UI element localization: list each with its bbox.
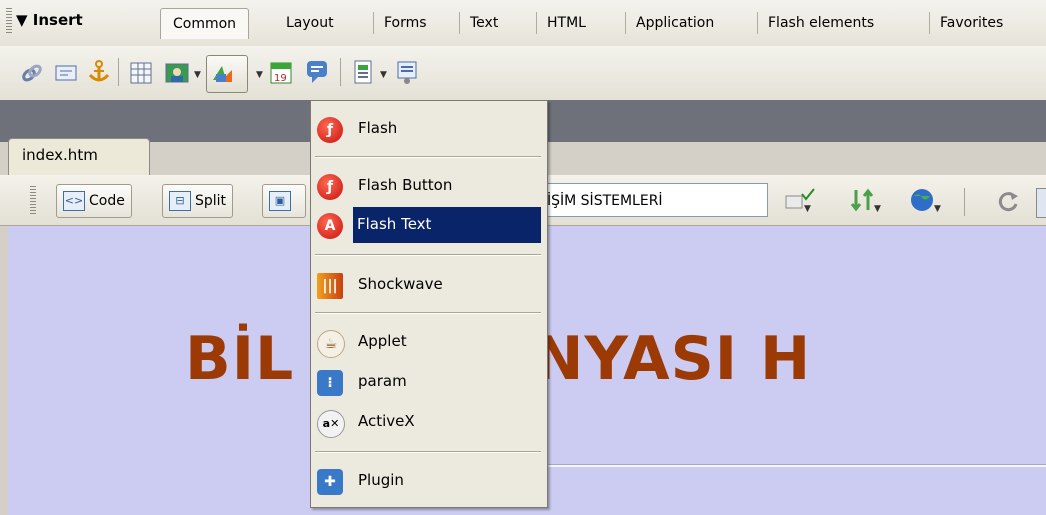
insert-bar-grip[interactable] (6, 8, 12, 34)
menu-item-plugin[interactable]: ✚ Plugin (311, 463, 547, 499)
menu-item-label: Flash (358, 119, 398, 137)
design-view-button[interactable]: ▣ (262, 184, 306, 218)
menu-item-label: Flash Button (358, 176, 453, 194)
document-tab-label: index.htm (22, 146, 98, 164)
view-options-icon[interactable] (1036, 188, 1046, 218)
tab-favorites[interactable]: Favorites (929, 12, 1013, 34)
menu-separator (315, 254, 541, 256)
email-link-icon[interactable] (54, 61, 78, 85)
menu-item-label: Plugin (358, 471, 404, 489)
split-view-label: Split (195, 193, 227, 209)
tab-application[interactable]: Application (625, 12, 724, 34)
validate-markup-icon[interactable]: ▼ (782, 186, 818, 214)
svg-text:▼: ▼ (874, 204, 881, 214)
svg-text:▼: ▼ (804, 204, 811, 214)
insert-bar (0, 0, 1046, 47)
named-anchor-icon[interactable] (86, 59, 112, 85)
shockwave-icon: ||| (317, 273, 343, 299)
preview-in-browser-icon[interactable]: ▼ (908, 186, 948, 214)
menu-item-shockwave[interactable]: ||| Shockwave (311, 267, 547, 303)
media-dropdown-arrow[interactable]: ▼ (256, 70, 263, 80)
hyperlink-icon[interactable] (20, 61, 44, 85)
toolbar-grip[interactable] (30, 186, 36, 214)
tab-forms[interactable]: Forms (373, 12, 437, 34)
insert-panel-toggle[interactable]: ▼ Insert (16, 11, 83, 29)
code-view-button[interactable]: <> Code (56, 184, 132, 218)
templates-dropdown-arrow[interactable]: ▼ (380, 70, 387, 80)
menu-separator (315, 312, 541, 314)
split-view-button[interactable]: ⊟ Split (162, 184, 234, 218)
activex-icon: a✕ (317, 410, 345, 438)
code-view-label: Code (89, 193, 125, 209)
svg-text:▼: ▼ (934, 204, 941, 214)
templates-icon[interactable] (350, 58, 376, 86)
svg-text:19: 19 (274, 73, 287, 84)
toolbar-separator (964, 188, 965, 216)
media-dropdown-menu: ƒ Flash ƒ Flash Button Flash Text A ||| … (310, 100, 548, 508)
image-icon[interactable] (164, 60, 190, 86)
flash-text-icon: A (317, 213, 343, 239)
menu-item-applet[interactable]: ☕ Applet (311, 324, 547, 360)
menu-item-label: Applet (358, 332, 407, 350)
toolbar-separator (118, 58, 119, 86)
menu-item-label: Flash Text (357, 215, 432, 233)
tab-flash-elements[interactable]: Flash elements (757, 12, 884, 34)
table-icon[interactable] (128, 60, 154, 86)
tab-common[interactable]: Common (160, 8, 250, 39)
comment-icon[interactable] (304, 58, 330, 86)
menu-item-label: Shockwave (358, 275, 443, 293)
plugin-icon: ✚ (317, 469, 343, 495)
document-title-field[interactable]: İŞİM SİSTEMLERİ (544, 183, 768, 217)
menu-separator (315, 156, 541, 158)
horizontal-rule (548, 464, 1046, 467)
insert-toolbar (0, 46, 1046, 100)
tag-chooser-icon[interactable] (394, 58, 420, 86)
design-view-icon: ▣ (269, 191, 291, 211)
param-icon: ⁝ (317, 370, 343, 396)
menu-item-flash-button[interactable]: ƒ Flash Button (311, 168, 547, 204)
media-icon[interactable] (210, 60, 236, 86)
menu-item-label: ActiveX (358, 412, 415, 430)
menu-item-label: param (358, 372, 407, 390)
tab-text[interactable]: Text (459, 12, 508, 34)
flash-icon: ƒ (317, 117, 343, 143)
menu-item-flash[interactable]: ƒ Flash (311, 111, 547, 147)
menu-item-param[interactable]: ⁝ param (311, 364, 547, 400)
file-management-icon[interactable]: ▼ (848, 186, 888, 214)
date-icon[interactable]: 19 (268, 58, 294, 86)
applet-icon: ☕ (317, 330, 345, 358)
image-dropdown-arrow[interactable]: ▼ (194, 70, 201, 80)
code-view-icon: <> (63, 191, 85, 211)
menu-item-activex[interactable]: a✕ ActiveX (311, 404, 547, 440)
split-view-icon: ⊟ (169, 191, 191, 211)
menu-separator (315, 451, 541, 453)
flash-button-icon: ƒ (317, 174, 343, 200)
menu-item-flash-text[interactable]: Flash Text (353, 207, 541, 243)
tab-layout[interactable]: Layout (276, 12, 344, 34)
refresh-icon[interactable] (994, 188, 1022, 216)
toolbar-separator (340, 58, 341, 86)
tab-html[interactable]: HTML (536, 12, 596, 34)
